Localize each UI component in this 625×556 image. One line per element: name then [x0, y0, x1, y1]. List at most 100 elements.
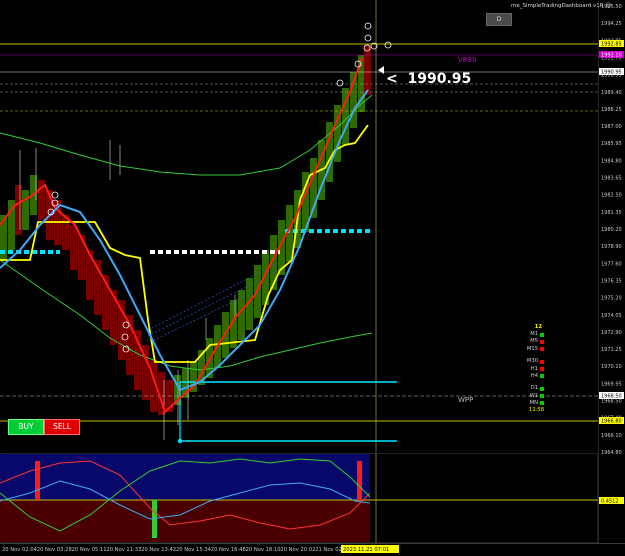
buy-button[interactable]: BUY — [8, 419, 44, 435]
timeframe-name: D1 — [530, 385, 538, 392]
price-tick-label: 1988.25 — [601, 107, 622, 113]
timeframe-status-dot — [540, 401, 544, 406]
timeframe-name: W1 — [529, 392, 538, 399]
timeframe-status-dot — [540, 339, 544, 344]
price-chart[interactable] — [0, 0, 598, 452]
timeframe-name: H4 — [530, 372, 538, 379]
price-arrow-icon — [378, 66, 384, 74]
osc-level-tag: 0.4512 — [599, 497, 624, 505]
time-tick-label: 20 Nov 20:02 — [280, 547, 315, 553]
price-tag-wpp-text: 1968.50 — [601, 394, 622, 400]
wpp-label: WPP — [458, 396, 474, 404]
vr-label: VR30 — [458, 56, 477, 64]
timeframe-name: MN — [529, 399, 538, 406]
price-tick-label: 1981.35 — [601, 210, 622, 216]
green-envelope-lower — [0, 259, 373, 371]
price-tick-label: 1966.10 — [601, 433, 622, 439]
timeframe-status-dot — [540, 394, 544, 399]
timeframe-status-dot — [540, 347, 544, 352]
timeframe-row: M5 — [520, 338, 544, 345]
time-tick-label: 20 Nov 11:33 — [106, 547, 141, 553]
osc-level-tag-text: 0.4512 — [601, 499, 619, 505]
price-tick-label: 1975.20 — [601, 296, 622, 302]
timeframe-row: D1 — [520, 385, 544, 392]
timeframe-status-dot — [540, 386, 544, 391]
time-axis: 20 Nov 02:04 20 Nov 03:28 20 Nov 05:11 20 N… — [0, 543, 625, 553]
price-tick-label: 1971.25 — [601, 347, 622, 353]
time-tick-label: 20 Nov 15:34 — [176, 547, 212, 553]
time-tag: 2023.11.21 07:01 — [341, 545, 399, 553]
cyan-range-dot — [177, 438, 183, 444]
osc-red-bar-right — [357, 461, 362, 500]
price-tick-label: 1978.90 — [601, 244, 622, 250]
current-price-value: 1990.95 — [407, 71, 472, 87]
timeframe-status-dot — [540, 354, 544, 358]
candle-block — [22, 190, 29, 230]
price-tick-label: 1977.60 — [601, 261, 622, 267]
time-tick-label: 20 Nov 03:28 — [37, 547, 72, 553]
price-tick-label: 1982.50 — [601, 193, 622, 199]
candle-series — [0, 45, 371, 440]
price-tag-top-yellow: 1992.85 — [599, 40, 624, 48]
price-tag-bottom-yellow: 1966.80 — [599, 417, 624, 425]
timeframe-name: H1 — [530, 365, 538, 372]
price-tick-label: 1984.80 — [601, 158, 622, 164]
sell-button[interactable]: SELL — [44, 419, 80, 435]
timeframe-status-dot — [540, 374, 544, 379]
timeframe-status-dot — [540, 381, 544, 385]
price-tick-label: 1995.50 — [601, 4, 622, 10]
price-tag-wpp: 1968.50 — [599, 392, 624, 400]
time-tick-label: 20 Nov 18:10 — [246, 547, 281, 553]
timeframe-row: MN — [520, 400, 544, 407]
window-title: me_SimpleTradingDashboard v1R ☺ — [511, 3, 611, 9]
candle-block — [15, 185, 22, 235]
timeframe-row: M15 — [520, 346, 544, 353]
current-price-label: < 1990.95 — [386, 71, 471, 87]
timeframe-row: H4 — [520, 373, 544, 380]
osc-red-bar-left — [35, 461, 40, 500]
time-tick-label: 20 Nov 05:11 — [72, 547, 107, 553]
timeframe-row: M1 — [520, 331, 544, 338]
window-title-text: me_SimpleTradingDashboard v1R — [511, 3, 604, 9]
price-tick-label: 1989.40 — [601, 90, 622, 96]
price-tag-bottom-yellow-text: 1966.80 — [601, 419, 622, 425]
time-tick-labels: 20 Nov 02:04 20 Nov 03:28 20 Nov 05:11 20 N… — [2, 547, 368, 553]
timeframe-name: M5 — [530, 338, 538, 345]
timeframe-name: M1 — [530, 331, 538, 338]
timeframe-clock: 11:58 — [529, 407, 544, 414]
candle-block — [110, 290, 117, 345]
timeframe-status-dot — [540, 359, 544, 364]
price-tick-label: 1969.95 — [601, 381, 622, 387]
price-tick-label: 1964.80 — [601, 450, 622, 456]
price-tag-current: 1990.95 — [599, 68, 624, 76]
timeframe-name: M15 — [526, 345, 538, 352]
candle-block — [364, 45, 371, 95]
price-tag-current-text: 1990.95 — [601, 70, 622, 76]
time-tick-label: 20 Nov 02:04 — [2, 547, 38, 553]
candle-block — [70, 225, 77, 270]
price-tick-label: 1983.65 — [601, 176, 622, 182]
price-tick-label: 1972.90 — [601, 330, 622, 336]
timeframe-row: M30 — [520, 358, 544, 365]
time-tick-label: 20 Nov 16:48 — [211, 547, 246, 553]
price-tag-magenta: 1992.10 — [599, 51, 624, 59]
time-tag-text: 2023.11.21 07:01 — [343, 547, 389, 553]
price-tick-label: 1980.20 — [601, 227, 622, 233]
price-pointer: < — [386, 71, 398, 87]
price-tick-label: 1994.25 — [601, 21, 622, 27]
timeframe-header: 12 — [534, 324, 542, 330]
osc-red-zone — [0, 500, 370, 542]
time-tick-label: 20 Nov 13:42 — [141, 547, 176, 553]
timeframe-button[interactable]: D — [486, 13, 512, 26]
price-tag-magenta-text: 1992.10 — [601, 53, 622, 59]
price-tag-top-yellow-text: 1992.85 — [601, 42, 622, 48]
timeframe-name: M30 — [526, 358, 538, 365]
price-tick-label: 1974.05 — [601, 313, 622, 319]
price-tick-label: 1987.00 — [601, 124, 622, 130]
timeframe-status-dot — [540, 332, 544, 337]
price-tick-label: 1976.35 — [601, 279, 622, 285]
timeframe-status-dot — [540, 367, 544, 372]
oscillator-chart[interactable] — [0, 453, 598, 543]
timeframe-row: H1 — [520, 366, 544, 373]
price-tick-label: 1970.10 — [601, 364, 622, 370]
